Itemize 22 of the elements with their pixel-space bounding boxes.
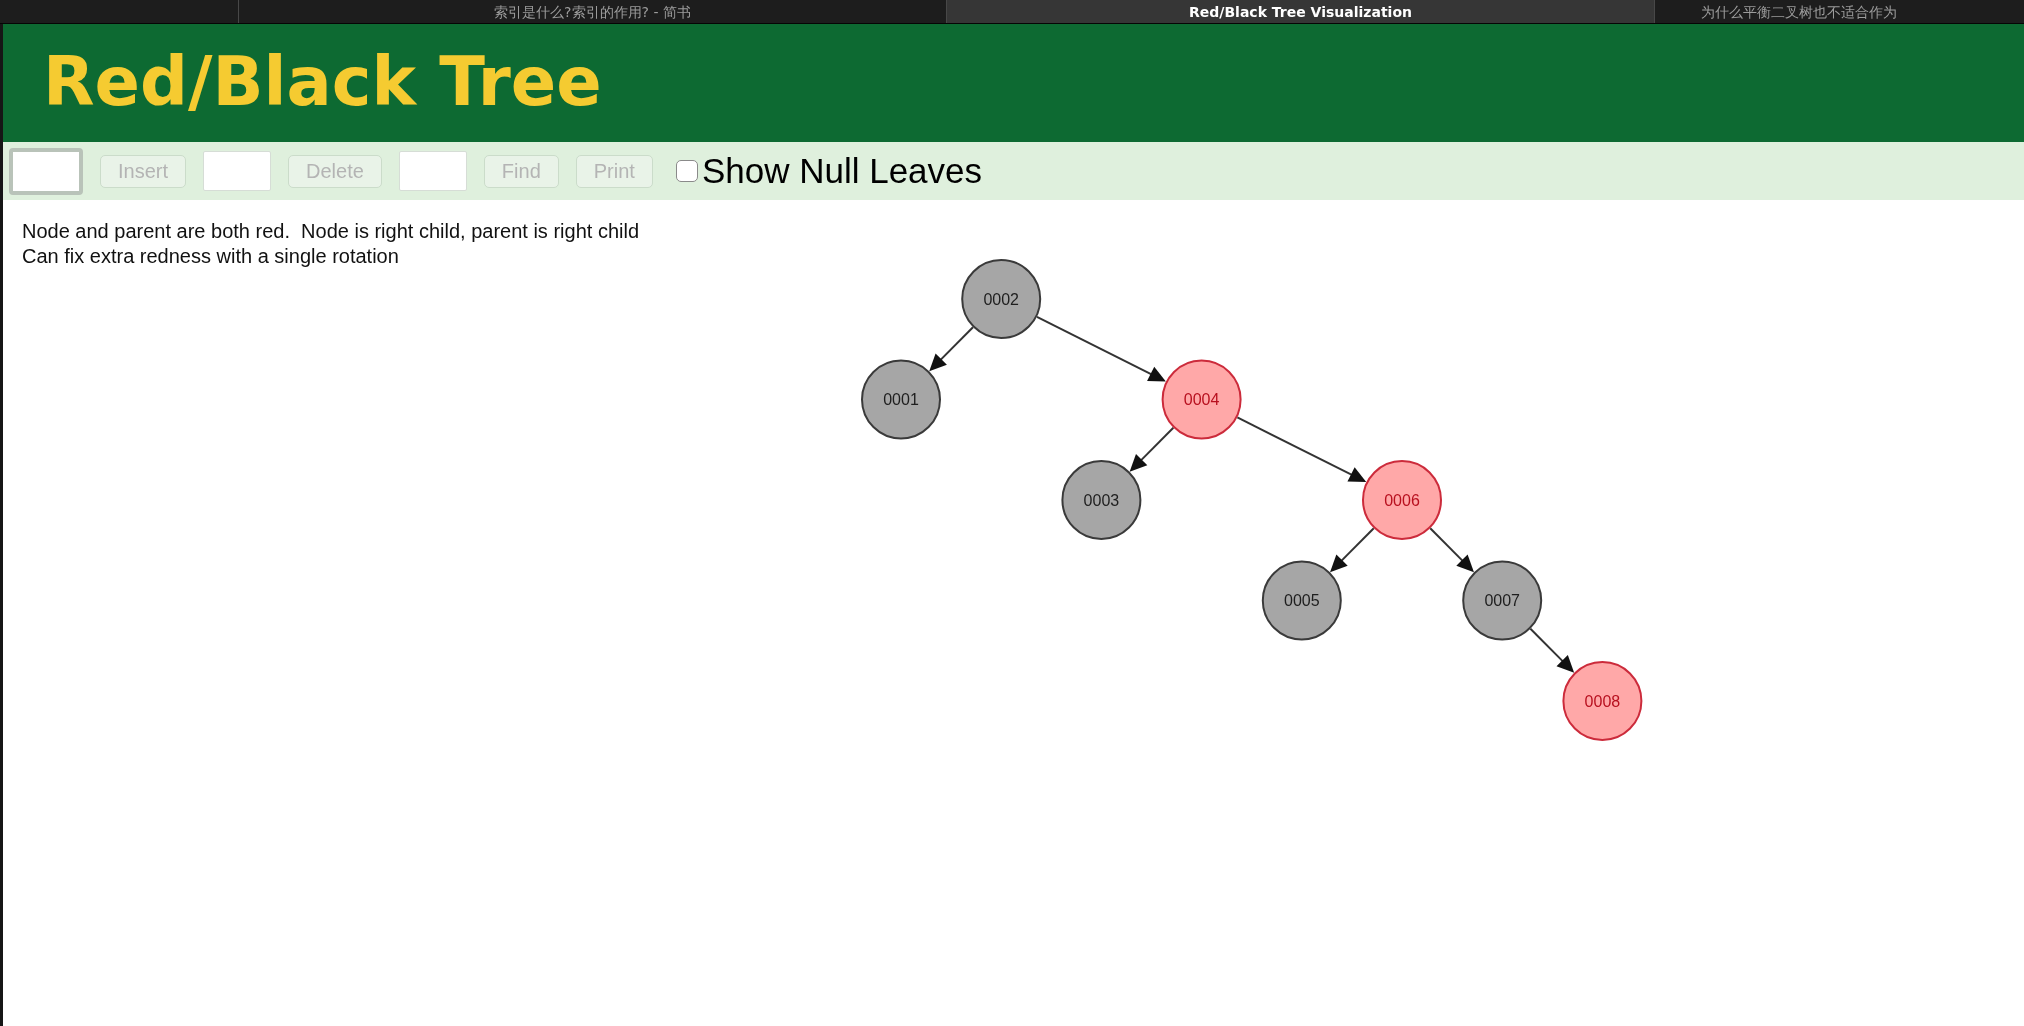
text-field[interactable] [398,151,467,191]
page-title: Red/Black Tree [43,46,602,120]
edge-arrow [1529,627,1575,673]
node-value: 0004 [1183,391,1220,408]
node-value: 0006 [1384,491,1420,509]
checkbox-label[interactable]: Show Null Leaves [701,151,983,191]
node-value: 0002 [983,290,1019,308]
status-message: Node and parent are both red. Node is right child, parent is right child [22,219,640,244]
edge-arrow [929,326,974,372]
checkbox[interactable] [675,160,698,182]
node-value: 0005 [1284,592,1320,609]
node-value: 0003 [1083,491,1120,509]
status-message: Can fix extra redness with a single rotation [22,243,399,268]
edge-arrow [1330,527,1375,573]
text-field[interactable] [9,147,83,195]
text-field[interactable] [203,151,272,191]
edge-arrow [1429,527,1474,573]
node-value: 0008 [1584,692,1621,710]
browser-tab[interactable]: Red/Black Tree Visualization [947,0,1655,23]
edge-arrow [1129,426,1175,472]
node-value: 0001 [883,391,919,408]
node-value: 0007 [1484,592,1520,609]
